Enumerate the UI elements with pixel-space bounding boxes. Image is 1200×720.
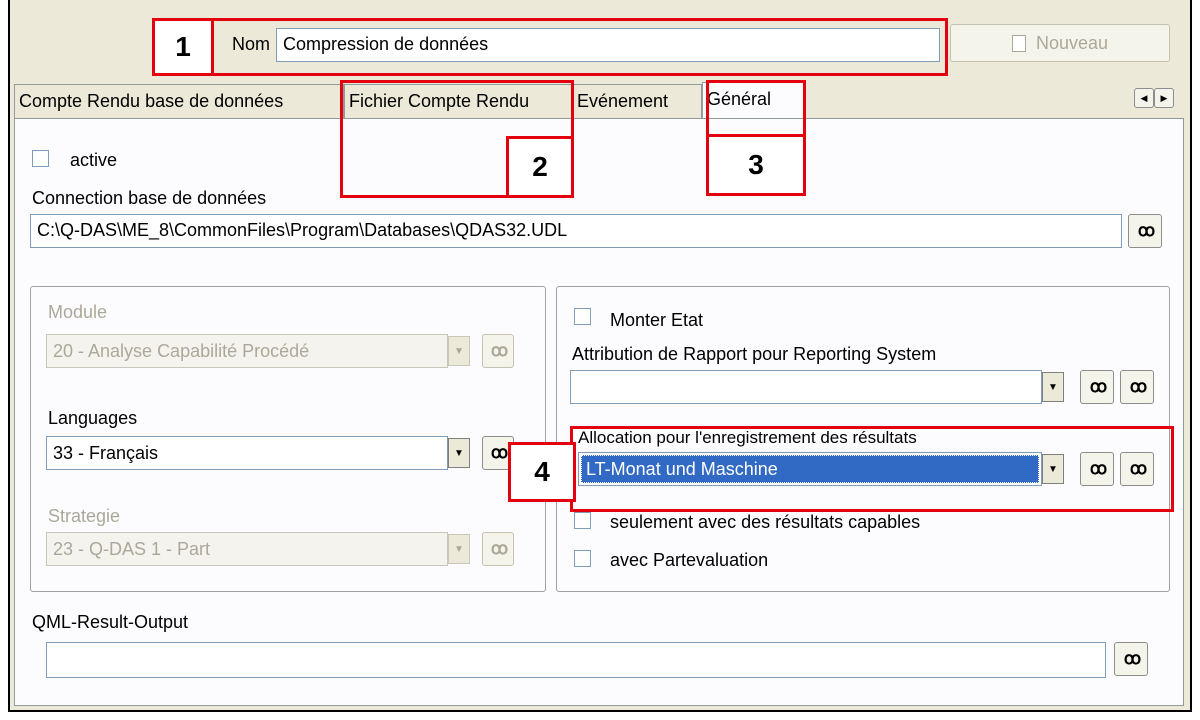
new-button[interactable]: Nouveau (950, 24, 1170, 62)
binoculars-icon: ꝏ (1129, 377, 1147, 396)
languages-select[interactable]: 33 - Français (46, 436, 448, 470)
tab-fichier-compte-rendu[interactable]: Fichier Compte Rendu (344, 84, 572, 118)
report-browse-button[interactable]: ꝏ (1080, 370, 1114, 404)
binoculars-icon: ꝏ (1123, 649, 1141, 668)
module-label: Module (48, 302, 108, 322)
triangle-down-icon[interactable]: ▼ (448, 438, 470, 468)
capable-only-checkbox[interactable] (574, 512, 591, 529)
binoculars-icon: ꝏ (1137, 221, 1155, 240)
dialog-window: Nom Compression de données Nouveau Compt… (8, 0, 1192, 712)
name-label: Nom (232, 34, 271, 54)
triangle-down-icon[interactable]: ▼ (448, 336, 470, 366)
binoculars-icon: ꝏ (1129, 459, 1147, 478)
languages-label: Languages (48, 408, 138, 428)
triangle-down-icon[interactable]: ▼ (1042, 454, 1064, 484)
allocation-selected-value: LT-Monat und Maschine (581, 455, 1039, 483)
module-select[interactable]: 20 - Analyse Capabilité Procédé (46, 334, 448, 368)
tab-general[interactable]: Général (702, 82, 804, 120)
name-input[interactable]: Compression de données (276, 28, 940, 62)
triangle-left-icon[interactable]: ◀ (1134, 88, 1154, 108)
document-icon (1011, 34, 1026, 52)
capable-only-label: seulement avec des résultats capables (610, 512, 921, 532)
allocation-label: Allocation pour l'enregistrement des rés… (578, 428, 917, 447)
active-checkbox[interactable] (32, 150, 49, 167)
triangle-right-icon[interactable]: ▶ (1154, 88, 1174, 108)
callout-number-2: 2 (506, 136, 574, 198)
triangle-down-icon[interactable]: ▼ (448, 534, 470, 564)
qml-browse-button[interactable]: ꝏ (1114, 642, 1148, 676)
report-attribution-select[interactable] (570, 370, 1042, 404)
module-browse-button[interactable]: ꝏ (482, 334, 514, 368)
qml-output-label: QML-Result-Output (32, 612, 189, 632)
binoculars-icon: ꝏ (490, 443, 508, 462)
report-browse-button-2[interactable]: ꝏ (1120, 370, 1154, 404)
tab-compte-rendu-db[interactable]: Compte Rendu base de données (14, 84, 344, 118)
allocation-select[interactable]: LT-Monat und Maschine (578, 452, 1042, 486)
strategy-select[interactable]: 23 - Q-DAS 1 - Part (46, 532, 448, 566)
allocation-browse-button[interactable]: ꝏ (1080, 452, 1114, 486)
triangle-down-icon[interactable]: ▼ (1042, 372, 1064, 402)
callout-number-1: 1 (152, 18, 214, 76)
binoculars-icon: ꝏ (1089, 459, 1107, 478)
new-button-label: Nouveau (1035, 32, 1109, 53)
db-connection-input[interactable]: C:\Q-DAS\ME_8\CommonFiles\Program\Databa… (30, 214, 1122, 248)
strategy-label: Strategie (48, 506, 121, 526)
strategy-browse-button[interactable]: ꝏ (482, 532, 514, 566)
monter-etat-checkbox[interactable] (574, 308, 591, 325)
binoculars-icon: ꝏ (490, 341, 508, 360)
tab-evenement[interactable]: Evénement (572, 84, 702, 118)
part-eval-label: avec Partevaluation (610, 550, 769, 570)
callout-number-4: 4 (508, 442, 576, 502)
part-eval-checkbox[interactable] (574, 550, 591, 567)
callout-number-3: 3 (706, 134, 806, 196)
monter-etat-label: Monter Etat (610, 310, 704, 330)
qml-output-input[interactable] (46, 642, 1106, 678)
db-browse-button[interactable]: ꝏ (1128, 214, 1162, 248)
allocation-browse-button-2[interactable]: ꝏ (1120, 452, 1154, 486)
report-attribution-label: Attribution de Rapport pour Reporting Sy… (572, 344, 937, 364)
binoculars-icon: ꝏ (1089, 377, 1107, 396)
active-label: active (70, 150, 118, 170)
binoculars-icon: ꝏ (490, 539, 508, 558)
db-connection-label: Connection base de données (32, 188, 267, 208)
